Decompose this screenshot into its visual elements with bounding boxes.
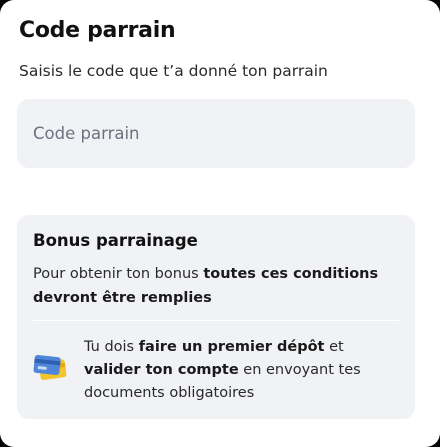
condition-text-part2: et [324,339,344,355]
bonus-description-text: Pour obtenir ton bonus [33,266,204,282]
credit-card-icon [33,354,67,381]
bonus-conditions-card: Bonus parrainage Pour obtenir ton bonus … [17,215,415,419]
divider [33,320,399,321]
condition-bold-deposit: faire un premier dépôt [138,339,325,355]
bonus-description: Pour obtenir ton bonus toutes ces condit… [33,262,403,310]
condition-text-part1: Tu dois [84,339,139,355]
condition-text: Tu dois faire un premier dépôt et valide… [84,336,402,405]
referral-code-sheet: Code parrain Saisis le code que t’a donn… [0,0,440,447]
condition-bold-validate: valider ton compte [84,362,239,378]
referral-code-input[interactable] [17,99,415,168]
bonus-title: Bonus parrainage [33,231,198,250]
page-subtitle: Saisis le code que t’a donné ton parrain [19,62,328,80]
page-title: Code parrain [19,18,176,43]
